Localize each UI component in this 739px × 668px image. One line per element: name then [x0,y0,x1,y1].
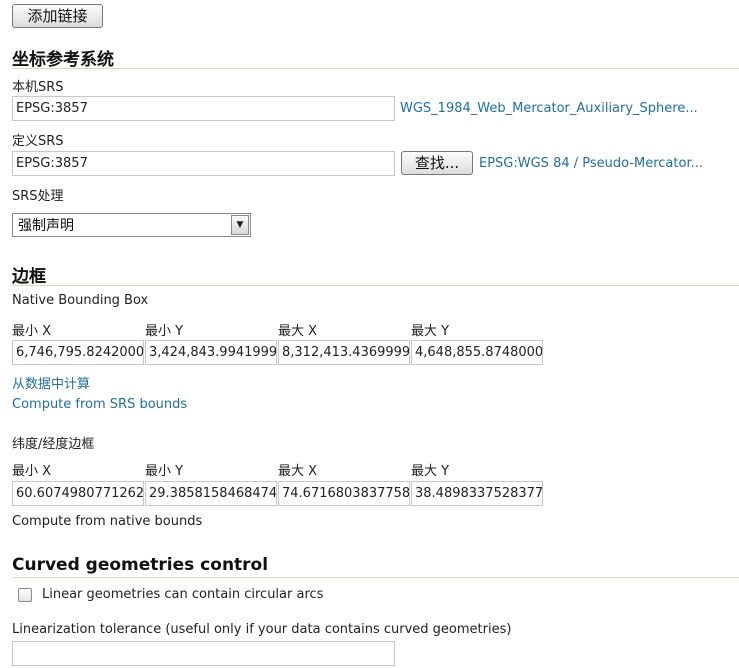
circular-arcs-checkbox[interactable] [18,588,32,602]
linearization-tolerance-input[interactable] [12,641,395,666]
latlon-min-y-header: 最小 Y [145,464,184,479]
declared-srs-input[interactable]: EPSG:3857 [12,151,395,176]
chevron-down-icon[interactable]: ▼ [231,215,249,235]
native-max-x-input[interactable]: 8,312,413.4369999 [278,340,410,365]
find-srs-button[interactable]: 查找... [401,151,473,175]
compute-from-data-link[interactable]: 从数据中计算 [12,373,90,392]
latlon-min-x-header: 最小 X [12,464,52,479]
latlon-max-y-header: 最大 Y [411,464,450,479]
compute-from-native-bounds-link[interactable]: Compute from native bounds [12,514,202,529]
crs-section-rule [12,68,739,69]
latlon-max-y-input[interactable]: 38.4898337528377 [411,481,543,506]
bbox-section-title: 边框 [12,267,46,287]
crs-section-title: 坐标参考系统 [12,50,114,70]
curved-section-rule [12,577,739,578]
declared-srs-details-link[interactable]: EPSG:WGS 84 / Pseudo-Mercator... [479,156,703,171]
compute-from-srs-bounds-link[interactable]: Compute from SRS bounds [12,397,187,412]
curved-section-title: Curved geometries control [12,555,269,575]
linearization-tolerance-label: Linearization tolerance (useful only if … [12,622,512,637]
declared-srs-label: 定义SRS [12,134,64,149]
bbox-section-rule [12,285,739,286]
srs-handling-label: SRS处理 [12,189,64,204]
native-min-x-header: 最小 X [12,324,52,339]
native-srs-details-link[interactable]: WGS_1984_Web_Mercator_Auxiliary_Sphere..… [400,101,698,116]
native-min-y-input[interactable]: 3,424,843.9941999 [145,340,277,365]
latlon-min-y-input[interactable]: 29.3858158468474 [145,481,277,506]
latlon-max-x-header: 最大 X [278,464,318,479]
native-srs-label: 本机SRS [12,80,64,95]
native-max-x-header: 最大 X [278,324,318,339]
srs-handling-select[interactable]: 强制声明 ▼ [12,213,251,237]
srs-handling-selected-value: 强制声明 [18,218,74,234]
native-max-y-header: 最大 Y [411,324,450,339]
latlon-min-x-input[interactable]: 60.6074980771262 [12,481,144,506]
latlon-max-x-input[interactable]: 74.6716803837758 [278,481,410,506]
native-min-y-header: 最小 Y [145,324,184,339]
latlon-bbox-label: 纬度/经度边框 [12,437,95,452]
add-link-button[interactable]: 添加链接 [12,4,103,28]
native-max-y-input[interactable]: 4,648,855.8748000 [411,340,543,365]
native-bbox-label: Native Bounding Box [12,293,149,308]
circular-arcs-label: Linear geometries can contain circular a… [42,587,324,602]
native-min-x-input[interactable]: 6,746,795.8242000 [12,340,144,365]
native-srs-input[interactable]: EPSG:3857 [12,96,395,121]
